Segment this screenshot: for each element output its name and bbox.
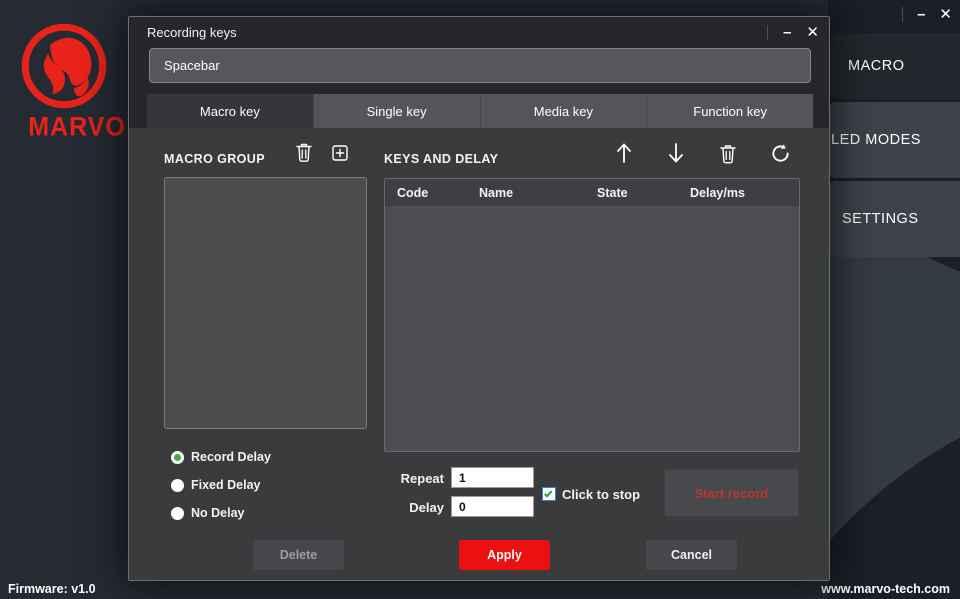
tab-media-key[interactable]: Media key (480, 94, 647, 128)
cancel-button[interactable]: Cancel (646, 540, 737, 570)
plus-square-icon (332, 145, 348, 161)
radio-option-fixed-delay[interactable]: Fixed Delay (171, 478, 260, 492)
sidebar-item-macro-label: MACRO (848, 58, 904, 74)
tab-function-key[interactable]: Function key (646, 94, 813, 128)
delete-button[interactable]: Delete (253, 540, 344, 570)
refresh-icon (770, 143, 791, 164)
radio-option-no-delay[interactable]: No Delay (171, 506, 245, 520)
column-header-delay: Delay/ms (678, 186, 799, 200)
click-to-stop-checkbox[interactable] (542, 487, 556, 501)
keys-table-header: Code Name State Delay/ms (385, 179, 799, 206)
no-delay-label: No Delay (191, 506, 245, 520)
firmware-version: Firmware: v1.0 (8, 582, 96, 596)
recording-keys-dialog: Recording keys – ✕ Macro key Single key … (128, 16, 830, 581)
tab-single-key-label: Single key (367, 104, 427, 119)
radio-option-record-delay[interactable]: Record Delay (171, 450, 271, 464)
column-header-code: Code (385, 186, 467, 200)
apply-button[interactable]: Apply (459, 540, 550, 570)
keys-toolbar (612, 140, 792, 166)
keys-table: Code Name State Delay/ms (384, 178, 800, 452)
record-delay-label: Record Delay (191, 450, 271, 464)
dialog-top-section: Recording keys – ✕ Macro key Single key … (129, 17, 829, 128)
website-label: www.marvo-tech.com (821, 582, 950, 596)
fixed-delay-label: Fixed Delay (191, 478, 260, 492)
move-down-button[interactable] (664, 140, 688, 166)
brand-wordmark: MARVO (20, 112, 134, 143)
brand-logo: MARVO (20, 22, 134, 142)
sidebar-item-settings-label: SETTINGS (842, 211, 919, 227)
dialog-controls-divider (767, 25, 768, 40)
delete-key-button[interactable] (716, 140, 740, 166)
key-type-tabs: Macro key Single key Media key Function … (147, 94, 813, 128)
fixed-delay-radio-icon (171, 479, 184, 492)
column-header-name: Name (467, 186, 585, 200)
tab-macro-key-label: Macro key (200, 104, 260, 119)
arrow-down-icon (667, 141, 685, 165)
check-icon (544, 489, 552, 497)
delay-input[interactable] (451, 496, 534, 517)
refresh-button[interactable] (768, 140, 792, 166)
sidebar-item-settings[interactable]: SETTINGS (828, 181, 960, 257)
start-record-button[interactable]: Start record (664, 469, 799, 517)
click-to-stop-label: Click to stop (562, 487, 640, 502)
dialog-close-button[interactable]: ✕ (806, 25, 819, 40)
tab-media-key-label: Media key (534, 104, 593, 119)
dialog-titlebar: Recording keys – ✕ (129, 17, 829, 48)
app-window-controls: – ✕ (902, 2, 952, 26)
record-delay-radio-icon (171, 451, 184, 464)
key-name-input[interactable] (149, 48, 811, 83)
dialog-body: MACRO GROUP Record Delay (129, 128, 829, 580)
column-header-state: State (585, 186, 678, 200)
trash-icon (719, 143, 737, 164)
tab-macro-key[interactable]: Macro key (147, 94, 313, 128)
add-group-button[interactable] (332, 145, 348, 161)
dialog-title: Recording keys (129, 25, 237, 40)
sidebar-item-macro[interactable]: MACRO (828, 33, 960, 99)
background-circle-bottom (828, 380, 960, 599)
move-up-button[interactable] (612, 140, 636, 166)
sidebar-item-led-modes[interactable]: LED MODES (828, 102, 960, 178)
arrow-up-icon (615, 141, 633, 165)
dialog-minimize-button[interactable]: – (783, 25, 791, 40)
marvo-eagle-icon (20, 22, 108, 110)
delay-label: Delay (374, 500, 444, 515)
trash-icon (295, 142, 313, 162)
dialog-window-controls: – ✕ (767, 17, 819, 48)
keys-and-delay-heading: KEYS AND DELAY (384, 152, 498, 166)
app-window: MACRO LED MODES SETTINGS – ✕ MARVO Firmw… (0, 0, 960, 599)
sidebar-item-led-modes-label: LED MODES (831, 132, 921, 148)
app-minimize-button[interactable]: – (917, 7, 925, 22)
no-delay-radio-icon (171, 507, 184, 520)
tab-function-key-label: Function key (693, 104, 767, 119)
tab-single-key[interactable]: Single key (313, 94, 480, 128)
delete-group-button[interactable] (295, 142, 313, 162)
repeat-input[interactable] (451, 467, 534, 488)
app-close-button[interactable]: ✕ (939, 7, 952, 22)
macro-group-heading: MACRO GROUP (164, 152, 265, 166)
repeat-label: Repeat (374, 471, 444, 486)
macro-group-list[interactable] (164, 177, 367, 429)
window-controls-divider (902, 7, 903, 22)
